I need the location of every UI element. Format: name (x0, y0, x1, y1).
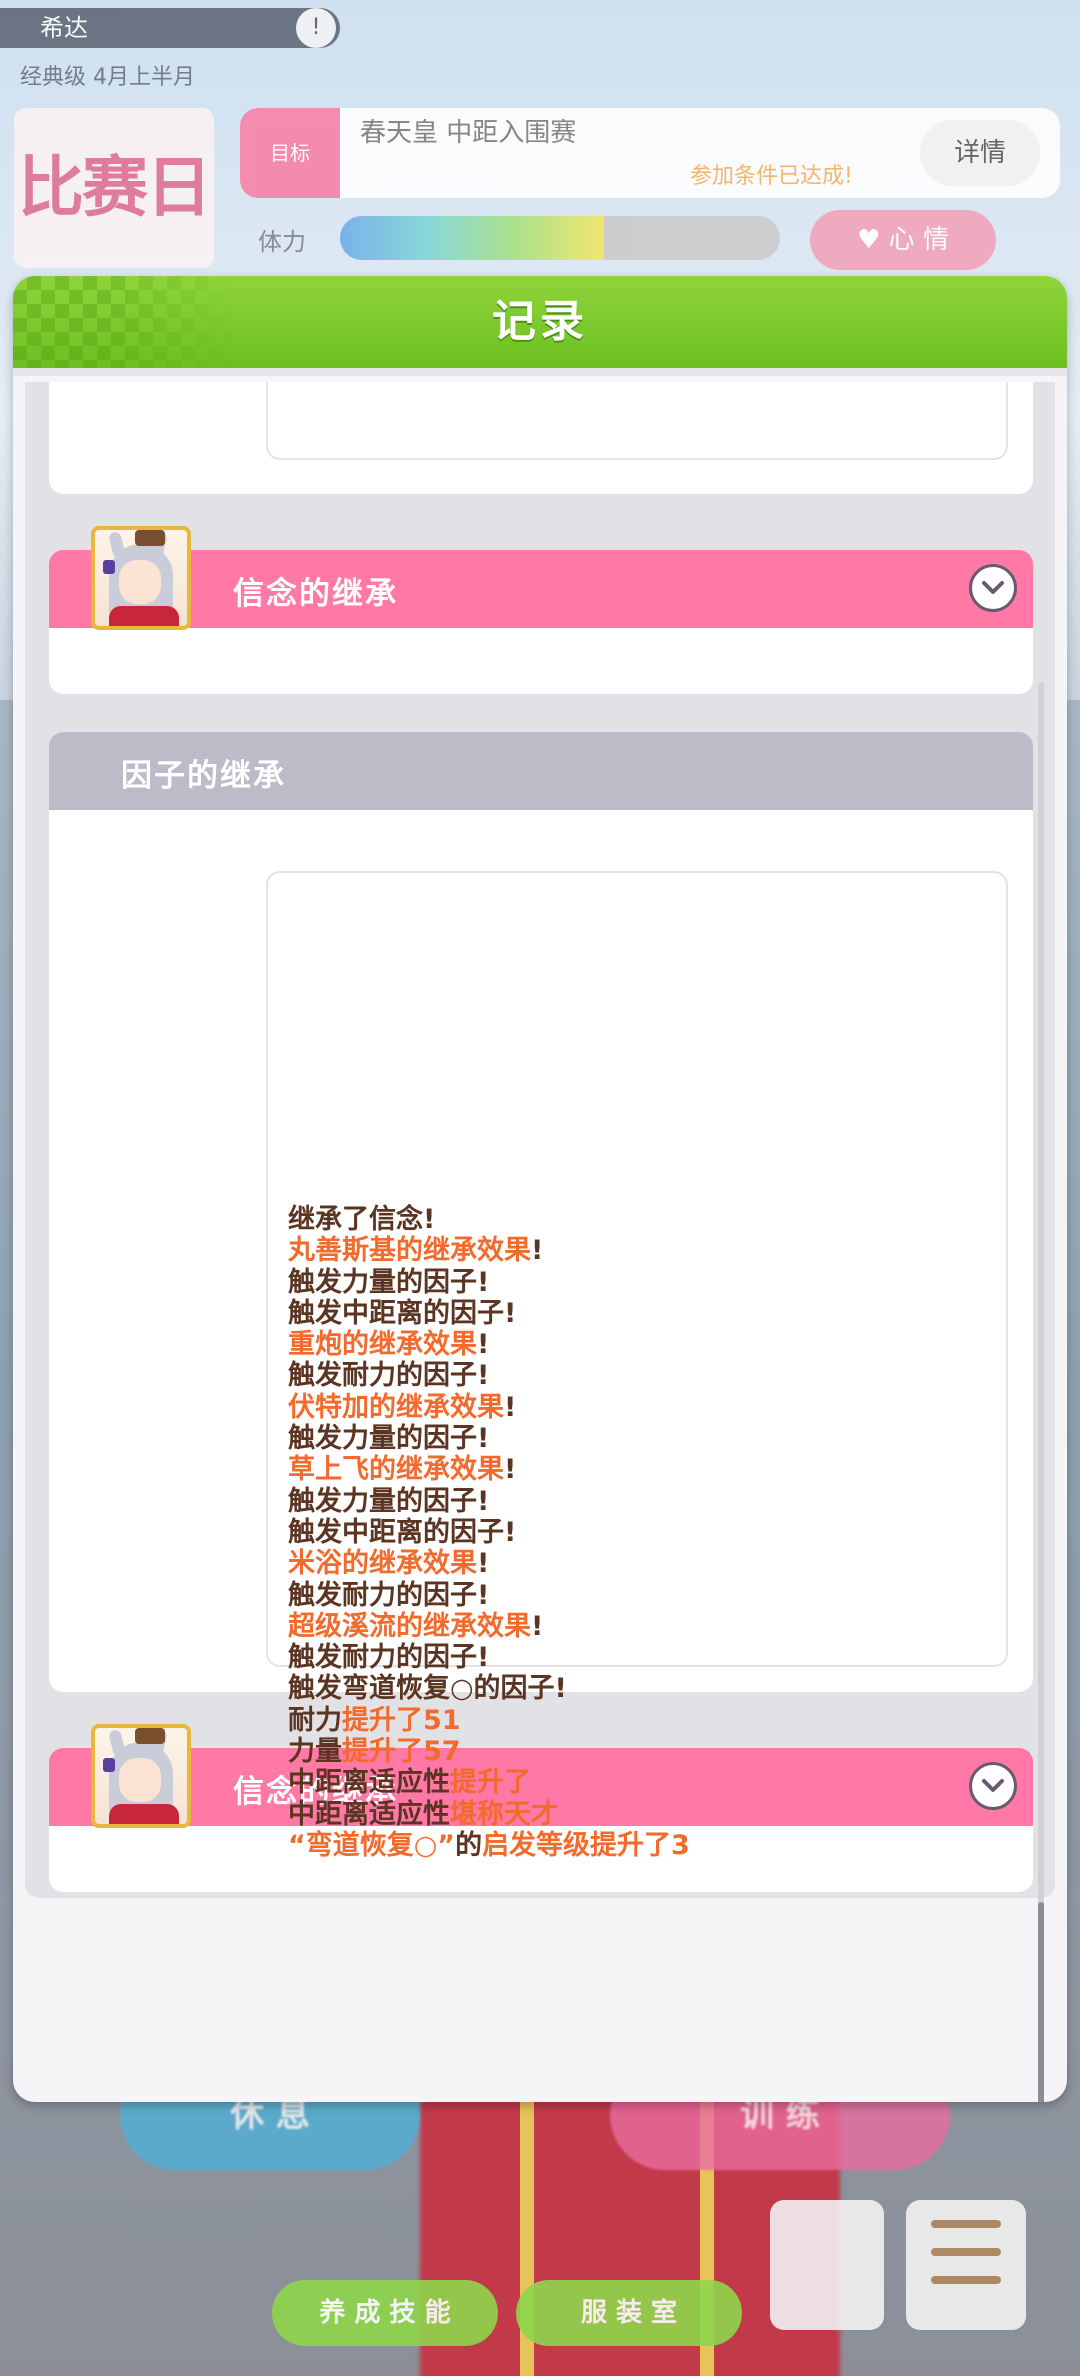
log-highlight: 草上飞的继承效果 (288, 1454, 504, 1486)
log-line: 超级溪流的继承效果! (288, 1611, 690, 1642)
log-highlight: 启发等级提升了3 (482, 1829, 690, 1861)
log-text: ! (477, 1548, 490, 1580)
inheritance-title: 信念的继承 (233, 576, 398, 612)
log-line: 继承了信念! (288, 1204, 690, 1235)
log-highlight: “弯道恢复○” (288, 1829, 456, 1861)
log-text: ! (531, 1610, 544, 1642)
goal-tag: 目标 (240, 108, 340, 198)
info-icon: ! (296, 8, 336, 48)
log-line: 耐力提升了51 (288, 1705, 690, 1736)
log-text: 触发弯道恢复○的因子! (288, 1673, 567, 1705)
gold-ship-portrait (91, 526, 191, 630)
chevron-down-icon[interactable] (969, 1762, 1017, 1810)
log-line: 触发力量的因子! (288, 1486, 690, 1517)
log-highlight: 超级溪流的继承效果 (288, 1610, 531, 1642)
log-line: 力量提升了57 (288, 1736, 690, 1767)
log-text: 中距离适应性 (288, 1798, 450, 1830)
log-text: 触发力量的因子! (288, 1423, 490, 1455)
log-highlight: 重炮的继承效果 (288, 1329, 477, 1361)
log-line: 触发中距离的因子! (288, 1298, 690, 1329)
factor-log-text: 继承了信念! 丸善斯基的继承效果! 触发力量的因子! 触发中距离的因子! 重炮的继承效果… (288, 1204, 690, 1861)
log-line: 草上飞的继承效果! (288, 1454, 690, 1485)
log-text: 触发力量的因子! (288, 1266, 490, 1298)
goal-text: 春天皇 中距入围赛 (360, 118, 577, 148)
log-text: 继承了信念! (288, 1204, 436, 1235)
log-text: 触发耐力的因子! (288, 1360, 490, 1392)
header-divider (13, 368, 1067, 376)
log-text: 中距离适应性 (288, 1767, 450, 1799)
log-text: ! (504, 1391, 517, 1423)
scrollbar-thumb[interactable] (1038, 1902, 1044, 2102)
log-text: 触发力量的因子! (288, 1485, 490, 1517)
prev-record-card (49, 382, 1033, 494)
log-highlight: 提升了51 (342, 1704, 461, 1736)
stamina-fill (340, 216, 604, 260)
log-text: ! (504, 1454, 517, 1486)
log-line: 触发力量的因子! (288, 1423, 690, 1454)
log-line: 触发耐力的因子! (288, 1360, 690, 1391)
log-line: 中距离适应性提升了 (288, 1767, 690, 1798)
dialog-header: 记录 (13, 276, 1067, 368)
turn-date: 经典级 4月上半月 (20, 65, 195, 90)
skill-button: 养 成 技 能 (272, 2280, 498, 2346)
log-highlight: 伏特加的继承效果 (288, 1391, 504, 1423)
goal-status: 参加条件已达成! (690, 164, 853, 189)
log-text: 力量 (288, 1736, 342, 1768)
log-text: 触发耐力的因子! (288, 1579, 490, 1611)
inheritance-header[interactable] (49, 550, 1033, 628)
log-text: ! (531, 1235, 544, 1267)
log-text: 触发中距离的因子! (288, 1297, 517, 1329)
race-day-badge: 比赛日 (14, 108, 214, 268)
log-line: 触发中距离的因子! (288, 1517, 690, 1548)
scrollbar-track[interactable] (1038, 682, 1044, 2102)
log-line: 伏特加的继承效果! (288, 1392, 690, 1423)
log-highlight: 米浴的继承效果 (288, 1548, 477, 1580)
log-line: 重炮的继承效果! (288, 1329, 690, 1360)
record-dialog: 记录 信念的继承 因子的继承 信念的继承 继承了信念! 丸善斯基的继承效果! 触… (13, 276, 1067, 2102)
goal-detail-button: 详情 (920, 120, 1040, 186)
log-line: 触发耐力的因子! (288, 1642, 690, 1673)
log-text: 触发中距离的因子! (288, 1516, 517, 1548)
log-line: 米浴的继承效果! (288, 1548, 690, 1579)
dialog-title: 记录 (492, 296, 588, 347)
prev-record-text (266, 382, 1008, 460)
mood-button: ♥ 心 情 (810, 210, 996, 270)
chevron-down-icon[interactable] (969, 564, 1017, 612)
log-highlight: 丸善斯基的继承效果 (288, 1235, 531, 1267)
trainee-name: 希达 (0, 8, 340, 48)
gold-ship-portrait (91, 1724, 191, 1828)
inheritance-card: 信念的继承 (49, 550, 1033, 694)
log-line: “弯道恢复○”的启发等级提升了3 (288, 1830, 690, 1861)
log-text: 触发耐力的因子! (288, 1642, 490, 1674)
log-line: 触发耐力的因子! (288, 1580, 690, 1611)
log-highlight: 提升了 (450, 1767, 531, 1799)
log-line: 中距离适应性堪称天才 (288, 1799, 690, 1830)
log-line: 触发力量的因子! (288, 1267, 690, 1298)
log-icon (770, 2200, 884, 2330)
log-text: 的 (455, 1829, 483, 1861)
log-text: ! (477, 1329, 490, 1361)
log-text: 耐力 (288, 1704, 342, 1736)
stamina-label: 体力 (258, 228, 306, 256)
log-highlight: 堪称天才 (450, 1798, 558, 1830)
log-line: 丸善斯基的继承效果! (288, 1235, 690, 1266)
log-line: 触发弯道恢复○的因子! (288, 1673, 690, 1704)
outfit-button: 服 装 室 (516, 2280, 742, 2346)
factor-section-title: 因子的继承 (121, 758, 286, 794)
log-highlight: 提升了57 (342, 1736, 461, 1768)
stamina-bar (340, 216, 780, 260)
menu-icon (906, 2200, 1026, 2330)
